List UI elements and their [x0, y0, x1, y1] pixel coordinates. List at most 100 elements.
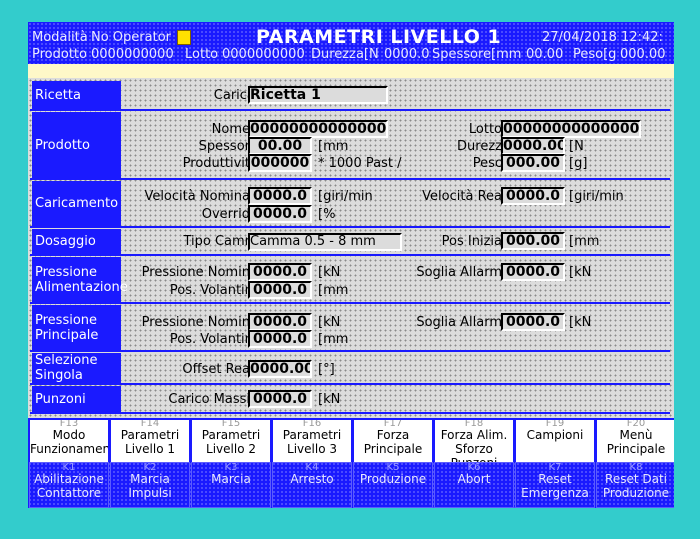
- fkey-parametri-livello-2[interactable]: F15 Parametri Livello 2: [190, 418, 272, 464]
- field-label: Pressione Nomin: [141, 315, 250, 330]
- skey-abort[interactable]: K6 Abort: [434, 462, 514, 508]
- unit: [mm: [569, 234, 600, 249]
- section-label: Caricamento: [32, 181, 121, 226]
- skey-arresto[interactable]: K4 Arresto: [272, 462, 352, 508]
- skey-label: Abort: [457, 472, 491, 486]
- max-load-field[interactable]: 0000.0: [248, 390, 312, 408]
- fkey-number: F14: [140, 418, 160, 429]
- product-lot-field[interactable]: 000000000000000: [501, 120, 641, 138]
- fkey-number: F18: [464, 418, 484, 429]
- product-name-field[interactable]: 000000000000000: [248, 120, 388, 138]
- skey-label: Reset Dati Produzione: [602, 472, 670, 500]
- section-dosaggio: Dosaggio Tipo Camr Camma 0.5 - 8 mm Pos …: [30, 229, 670, 256]
- soft-keys: K1 Abilitazione Contattore K2 Marcia Impul…: [28, 462, 674, 508]
- skey-label: Marcia Impulsi: [128, 472, 172, 500]
- unit: [%: [318, 207, 336, 222]
- fkey-parametri-livello-3[interactable]: F16 Parametri Livello 3: [271, 418, 353, 464]
- unit: [mm: [318, 332, 349, 347]
- fkey-label: Parametri Livello 2: [201, 428, 261, 456]
- skey-abilitazione-contattore[interactable]: K1 Abilitazione Contattore: [29, 462, 109, 508]
- datetime: 27/04/2018 12:42:: [542, 30, 663, 45]
- main-nominal-pressure-field[interactable]: 0000.0: [248, 313, 312, 331]
- skey-marcia[interactable]: K3 Marcia: [191, 462, 271, 508]
- fkey-menu-principale[interactable]: F20 Menù Principale: [595, 418, 674, 464]
- section-caricamento: Caricamento Velocità Nomina 0000.0 [giri…: [30, 181, 670, 228]
- section-label: Pressione Alimentazione: [32, 257, 128, 302]
- field-label: Velocità Rea: [422, 189, 502, 204]
- unit: [kN: [569, 265, 592, 280]
- feed-nominal-pressure-field[interactable]: 0000.0: [248, 263, 312, 281]
- section-pressione-principale: Pressione Principale Pressione Nomin 000…: [30, 305, 670, 352]
- skey-produzione[interactable]: K5 Produzione: [353, 462, 433, 508]
- override-field[interactable]: 0000.0: [248, 205, 312, 223]
- skey-label: Reset Emergenza: [521, 472, 589, 500]
- skey-number: K7: [548, 462, 562, 473]
- section-label: Pressione Principale: [32, 305, 121, 350]
- section-label: Ricetta: [32, 81, 121, 109]
- fkey-modo-funzionamento[interactable]: F13Modo Funzionamento: [28, 418, 110, 464]
- skey-marcia-impulsi[interactable]: K2 Marcia Impulsi: [110, 462, 190, 508]
- productivity-field[interactable]: 000000: [248, 154, 312, 172]
- hardness-field[interactable]: 0000.00: [501, 137, 565, 155]
- operator-icon[interactable]: [177, 30, 191, 45]
- fkey-campioni[interactable]: F19 Campioni: [514, 418, 596, 464]
- fkey-label: Forza Alim. Sforzo Punzoni: [440, 428, 508, 464]
- fkey-forza-principale[interactable]: F17 Forza Principale: [352, 418, 434, 464]
- recipe-loaded-field[interactable]: Ricetta 1: [248, 86, 388, 104]
- main-alarm-threshold-field[interactable]: 0000.0: [501, 313, 565, 331]
- header: Modalità No Operator PARAMETRI LIVELLO 1…: [28, 22, 674, 64]
- field-label: Durezz: [457, 139, 502, 154]
- skey-reset-emergenza[interactable]: K7 Reset Emergenza: [515, 462, 595, 508]
- section-selezione-singola: Selezione Singola Offset Rea 0000.00 [°]: [30, 353, 670, 385]
- unit: [kN: [318, 315, 341, 330]
- field-label: Soglia Allarm: [416, 315, 502, 330]
- feed-wheel-pos-field[interactable]: 0000.0: [248, 281, 312, 299]
- thickness-field[interactable]: 00.00: [248, 137, 312, 155]
- product-label: Prodotto: [32, 47, 87, 62]
- unit: [kN: [569, 315, 592, 330]
- start-pos-field[interactable]: 000.00: [501, 232, 565, 250]
- fkey-parametri-livello-1[interactable]: F14 Parametri Livello 1: [109, 418, 191, 464]
- main-wheel-pos-field[interactable]: 0000.0: [248, 330, 312, 348]
- hardness-value: 0000.00: [384, 48, 430, 62]
- fkey-label: Modo Funzionamento: [30, 428, 110, 456]
- unit: [mm: [318, 139, 349, 154]
- hardness-label: Durezza[N: [311, 47, 379, 62]
- section-label: Dosaggio: [32, 229, 121, 254]
- weight-label: Peso[g: [573, 47, 617, 62]
- field-label: Pesc: [472, 156, 502, 171]
- cam-type-field[interactable]: Camma 0.5 - 8 mm: [248, 233, 402, 251]
- page-title: PARAMETRI LIVELLO 1: [256, 26, 502, 48]
- field-label: Produttivit: [182, 156, 250, 171]
- fkey-forza-alimentazione[interactable]: F18 Forza Alim. Sforzo Punzoni: [433, 418, 515, 464]
- section-label: Selezione Singola: [32, 353, 121, 383]
- skey-number: K6: [467, 462, 481, 473]
- skey-label: Produzione: [359, 472, 427, 486]
- fkey-number: F15: [221, 418, 241, 429]
- field-label: Velocità Nomina: [144, 189, 250, 204]
- operator-name: No Operator: [91, 30, 171, 45]
- fkey-number: F17: [383, 418, 403, 429]
- feed-alarm-threshold-field[interactable]: 0000.0: [501, 263, 565, 281]
- function-keys: F13Modo Funzionamento F14Parametri Livel…: [28, 418, 674, 464]
- skey-number: K8: [629, 462, 643, 473]
- fkey-label: Parametri Livello 1: [120, 428, 180, 456]
- field-label: Pressione Nomin: [141, 265, 250, 280]
- fkey-number: F13: [59, 418, 79, 429]
- section-pressione-alimentazione: Pressione Alimentazione Pressione Nomin …: [30, 257, 670, 304]
- unit: [kN: [318, 265, 341, 280]
- field-label: Spessor: [198, 139, 250, 154]
- real-speed-field[interactable]: 0000.0: [501, 187, 565, 205]
- unit: [giri/min: [569, 189, 624, 204]
- skey-reset-dati-produzione[interactable]: K8 Reset Dati Produzione: [596, 462, 674, 508]
- unit: [giri/min: [318, 189, 373, 204]
- field-label: Pos. Volantir: [169, 283, 250, 298]
- field-label: Carico Massi: [168, 392, 250, 407]
- skey-number: K1: [62, 462, 76, 473]
- offset-real-field[interactable]: 0000.00: [248, 360, 312, 378]
- section-label: Punzoni: [32, 386, 121, 412]
- fkey-label: Campioni: [526, 428, 584, 442]
- mode-label: Modalità: [32, 30, 88, 45]
- nominal-speed-field[interactable]: 0000.0: [248, 187, 312, 205]
- weight-field[interactable]: 000.00: [501, 154, 565, 172]
